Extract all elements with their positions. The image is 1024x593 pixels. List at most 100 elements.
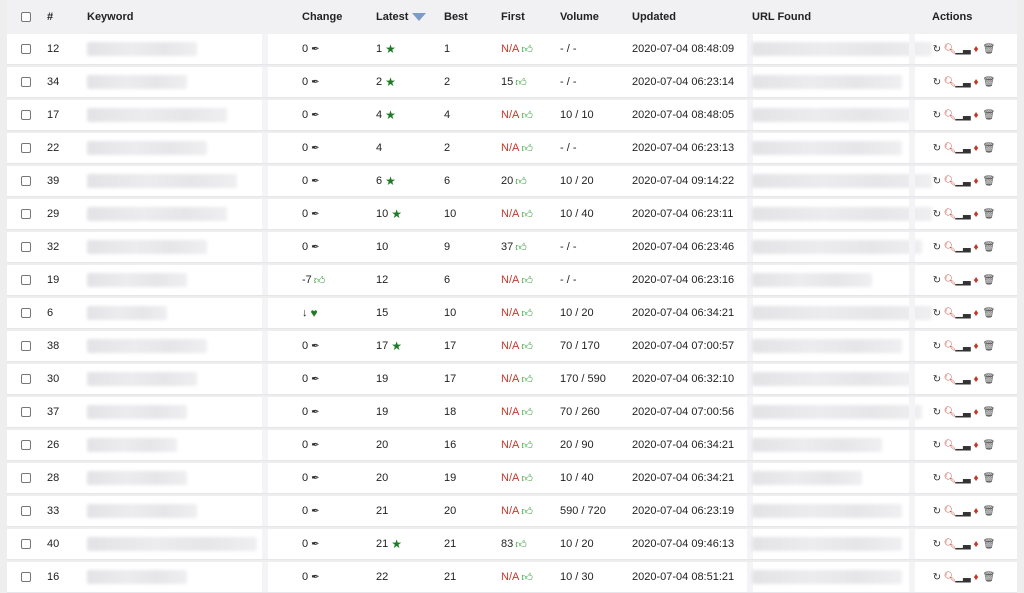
chart-icon[interactable]: ▁▃ xyxy=(955,440,970,451)
tag-icon[interactable]: ♦ xyxy=(971,539,981,550)
row-checkbox[interactable] xyxy=(21,341,31,351)
refresh-icon[interactable]: ↻ xyxy=(932,473,942,484)
trash-icon[interactable]: 🗑︎ xyxy=(983,473,996,484)
url-found-cell[interactable] xyxy=(752,100,912,130)
chart-icon[interactable]: ▁▃ xyxy=(955,275,970,286)
table-row[interactable]: 19 -7 👍︎ 12 6 N/A 👍︎ - / - 2020-07-04 06:… xyxy=(7,265,1017,296)
header-best[interactable]: Best xyxy=(444,0,468,34)
trash-icon[interactable]: 🗑︎ xyxy=(983,440,996,451)
row-checkbox[interactable] xyxy=(21,242,31,252)
trash-icon[interactable]: 🗑︎ xyxy=(983,275,996,286)
keyword-cell[interactable] xyxy=(87,529,257,559)
url-found-cell[interactable] xyxy=(752,232,922,262)
tag-icon[interactable]: ♦ xyxy=(971,275,981,286)
row-checkbox[interactable] xyxy=(21,572,31,582)
row-checkbox[interactable] xyxy=(21,143,31,153)
search-icon[interactable]: 🔍︎ xyxy=(944,176,957,187)
row-select-cell[interactable] xyxy=(21,364,31,394)
chart-icon[interactable]: ▁▃ xyxy=(955,374,970,385)
trash-icon[interactable]: 🗑︎ xyxy=(983,374,996,385)
chart-icon[interactable]: ▁▃ xyxy=(955,407,970,418)
table-row[interactable]: 16 0 ✒ 22 21 N/A 👍︎ 10 / 30 2020-07-04 08… xyxy=(7,562,1017,593)
row-checkbox[interactable] xyxy=(21,440,31,450)
url-found-cell[interactable] xyxy=(752,199,932,229)
search-icon[interactable]: 🔍︎ xyxy=(944,242,957,253)
row-checkbox[interactable] xyxy=(21,44,31,54)
keyword-cell[interactable] xyxy=(87,133,207,163)
header-latest[interactable]: Latest xyxy=(376,0,427,34)
table-row[interactable]: 29 0 ✒ 10 ★ 10 N/A 👍︎ 10 / 40 2020-07-04 … xyxy=(7,199,1017,230)
tag-icon[interactable]: ♦ xyxy=(971,341,981,352)
row-select-cell[interactable] xyxy=(21,100,31,130)
url-found-cell[interactable] xyxy=(752,496,902,526)
trash-icon[interactable]: 🗑︎ xyxy=(983,506,996,517)
table-row[interactable]: 17 0 ✒ 4 ★ 4 N/A 👍︎ 10 / 10 2020-07-04 08… xyxy=(7,100,1017,131)
table-row[interactable]: 39 0 ✒ 6 ★ 6 20 👍︎ 10 / 20 2020-07-04 09:… xyxy=(7,166,1017,197)
chart-icon[interactable]: ▁▃ xyxy=(955,176,970,187)
trash-icon[interactable]: 🗑︎ xyxy=(983,341,996,352)
chart-icon[interactable]: ▁▃ xyxy=(955,209,970,220)
row-checkbox[interactable] xyxy=(21,308,31,318)
refresh-icon[interactable]: ↻ xyxy=(932,176,942,187)
search-icon[interactable]: 🔍︎ xyxy=(944,77,957,88)
tag-icon[interactable]: ♦ xyxy=(971,572,981,583)
trash-icon[interactable]: 🗑︎ xyxy=(983,209,996,220)
trash-icon[interactable]: 🗑︎ xyxy=(983,110,996,121)
search-icon[interactable]: 🔍︎ xyxy=(944,110,957,121)
trash-icon[interactable]: 🗑︎ xyxy=(983,77,996,88)
url-found-cell[interactable] xyxy=(752,529,902,559)
tag-icon[interactable]: ♦ xyxy=(971,506,981,517)
table-row[interactable]: 38 0 ✒ 17 ★ 17 N/A 👍︎ 70 / 170 2020-07-04… xyxy=(7,331,1017,362)
sort-down-icon[interactable] xyxy=(412,13,427,21)
tag-icon[interactable]: ♦ xyxy=(971,110,981,121)
chart-icon[interactable]: ▁▃ xyxy=(955,44,970,55)
keyword-cell[interactable] xyxy=(87,496,197,526)
table-row[interactable]: 12 0 ✒ 1 ★ 1 N/A 👍︎ - / - 2020-07-04 08:4… xyxy=(7,34,1017,65)
refresh-icon[interactable]: ↻ xyxy=(932,143,942,154)
table-row[interactable]: 34 0 ✒ 2 ★ 2 15 👍︎ - / - 2020-07-04 06:23… xyxy=(7,67,1017,98)
url-found-cell[interactable] xyxy=(752,331,902,361)
tag-icon[interactable]: ♦ xyxy=(971,44,981,55)
trash-icon[interactable]: 🗑︎ xyxy=(983,308,996,319)
chart-icon[interactable]: ▁▃ xyxy=(955,506,970,517)
tag-icon[interactable]: ♦ xyxy=(971,308,981,319)
table-row[interactable]: 26 0 ✒ 20 16 N/A 👍︎ 20 / 90 2020-07-04 06… xyxy=(7,430,1017,461)
refresh-icon[interactable]: ↻ xyxy=(932,506,942,517)
table-row[interactable]: 32 0 ✒ 10 9 37 👍︎ - / - 2020-07-04 06:23:… xyxy=(7,232,1017,263)
refresh-icon[interactable]: ↻ xyxy=(932,209,942,220)
trash-icon[interactable]: 🗑︎ xyxy=(983,44,996,55)
refresh-icon[interactable]: ↻ xyxy=(932,407,942,418)
row-select-cell[interactable] xyxy=(21,430,31,460)
row-select-cell[interactable] xyxy=(21,67,31,97)
row-select-cell[interactable] xyxy=(21,463,31,493)
row-checkbox[interactable] xyxy=(21,176,31,186)
search-icon[interactable]: 🔍︎ xyxy=(944,539,957,550)
url-found-cell[interactable] xyxy=(752,562,902,592)
row-checkbox[interactable] xyxy=(21,374,31,384)
chart-icon[interactable]: ▁▃ xyxy=(955,242,970,253)
tag-icon[interactable]: ♦ xyxy=(971,77,981,88)
row-select-cell[interactable] xyxy=(21,166,31,196)
tag-icon[interactable]: ♦ xyxy=(971,242,981,253)
table-row[interactable]: 37 0 ✒ 19 18 N/A 👍︎ 70 / 260 2020-07-04 0… xyxy=(7,397,1017,428)
row-select-cell[interactable] xyxy=(21,562,31,592)
row-checkbox[interactable] xyxy=(21,407,31,417)
keyword-cell[interactable] xyxy=(87,331,207,361)
trash-icon[interactable]: 🗑︎ xyxy=(983,572,996,583)
keyword-cell[interactable] xyxy=(87,298,167,328)
header-keyword[interactable]: Keyword xyxy=(87,0,133,34)
chart-icon[interactable]: ▁▃ xyxy=(955,539,970,550)
header-url-found[interactable]: URL Found xyxy=(752,0,811,34)
keyword-cell[interactable] xyxy=(87,232,207,262)
search-icon[interactable]: 🔍︎ xyxy=(944,506,957,517)
keyword-cell[interactable] xyxy=(87,265,187,295)
tag-icon[interactable]: ♦ xyxy=(971,440,981,451)
row-checkbox[interactable] xyxy=(21,77,31,87)
row-select-cell[interactable] xyxy=(21,199,31,229)
url-found-cell[interactable] xyxy=(752,67,902,97)
keyword-cell[interactable] xyxy=(87,364,197,394)
refresh-icon[interactable]: ↻ xyxy=(932,308,942,319)
refresh-icon[interactable]: ↻ xyxy=(932,275,942,286)
search-icon[interactable]: 🔍︎ xyxy=(944,308,957,319)
keyword-cell[interactable] xyxy=(87,34,197,64)
